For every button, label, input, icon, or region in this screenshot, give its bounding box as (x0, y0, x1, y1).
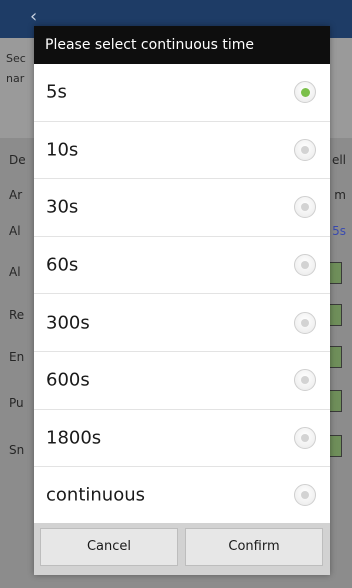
option-30s[interactable]: 30s (34, 179, 330, 237)
option-300s[interactable]: 300s (34, 294, 330, 352)
dialog-button-bar: Cancel Confirm (34, 523, 330, 575)
cancel-button[interactable]: Cancel (40, 528, 178, 566)
option-60s[interactable]: 60s (34, 237, 330, 295)
radio-dot-icon (301, 203, 309, 212)
radio-button-icon[interactable] (294, 369, 316, 392)
screen: ‹ Sec nar De ell Ar m Al 5s Al Re En Pu … (0, 0, 352, 588)
option-label: 5s (46, 81, 67, 103)
option-1800s[interactable]: 1800s (34, 410, 330, 468)
background-row-value: ell (331, 153, 346, 167)
radio-button-icon[interactable] (294, 138, 316, 161)
option-5s[interactable]: 5s (34, 64, 330, 122)
background-row-label: Ar (9, 188, 23, 202)
radio-dot-icon (301, 376, 309, 385)
option-10s[interactable]: 10s (34, 122, 330, 180)
background-row-label: Re (9, 308, 25, 322)
radio-dot-icon (301, 261, 309, 270)
option-label: continuous (46, 484, 145, 506)
radio-dot-icon (301, 145, 309, 154)
radio-button-icon[interactable] (294, 484, 316, 507)
confirm-button[interactable]: Confirm (185, 528, 323, 566)
back-icon[interactable]: ‹ (30, 8, 37, 26)
option-continuous[interactable]: continuous (34, 467, 330, 525)
radio-button-icon[interactable] (294, 254, 316, 277)
option-label: 1800s (46, 427, 102, 449)
radio-dot-icon (301, 491, 309, 500)
background-row-value: m (334, 188, 346, 202)
radio-button-icon[interactable] (294, 81, 316, 104)
option-label: 30s (46, 196, 79, 218)
background-row-label: En (9, 350, 25, 364)
background-row-link: 5s (332, 224, 346, 238)
radio-dot-icon (301, 433, 309, 442)
option-label: 600s (46, 369, 90, 391)
option-label: 300s (46, 312, 90, 334)
background-row-label: De (9, 153, 26, 167)
background-row-label: Pu (9, 396, 24, 410)
select-time-dialog: Please select continuous time 5s 10s 30s… (34, 26, 330, 575)
background-row-label: Sn (9, 443, 25, 457)
radio-dot-icon (300, 87, 310, 97)
dialog-title: Please select continuous time (34, 26, 330, 64)
background-row-label: Al (9, 265, 21, 279)
background-section-label: Sec (6, 52, 26, 65)
radio-button-icon[interactable] (294, 196, 316, 219)
radio-button-icon[interactable] (294, 311, 316, 334)
background-name-label: nar (6, 72, 25, 85)
radio-dot-icon (301, 318, 309, 327)
option-600s[interactable]: 600s (34, 352, 330, 410)
background-row-label: Al (9, 224, 21, 238)
option-label: 10s (46, 139, 79, 161)
radio-button-icon[interactable] (294, 426, 316, 449)
option-label: 60s (46, 254, 79, 276)
